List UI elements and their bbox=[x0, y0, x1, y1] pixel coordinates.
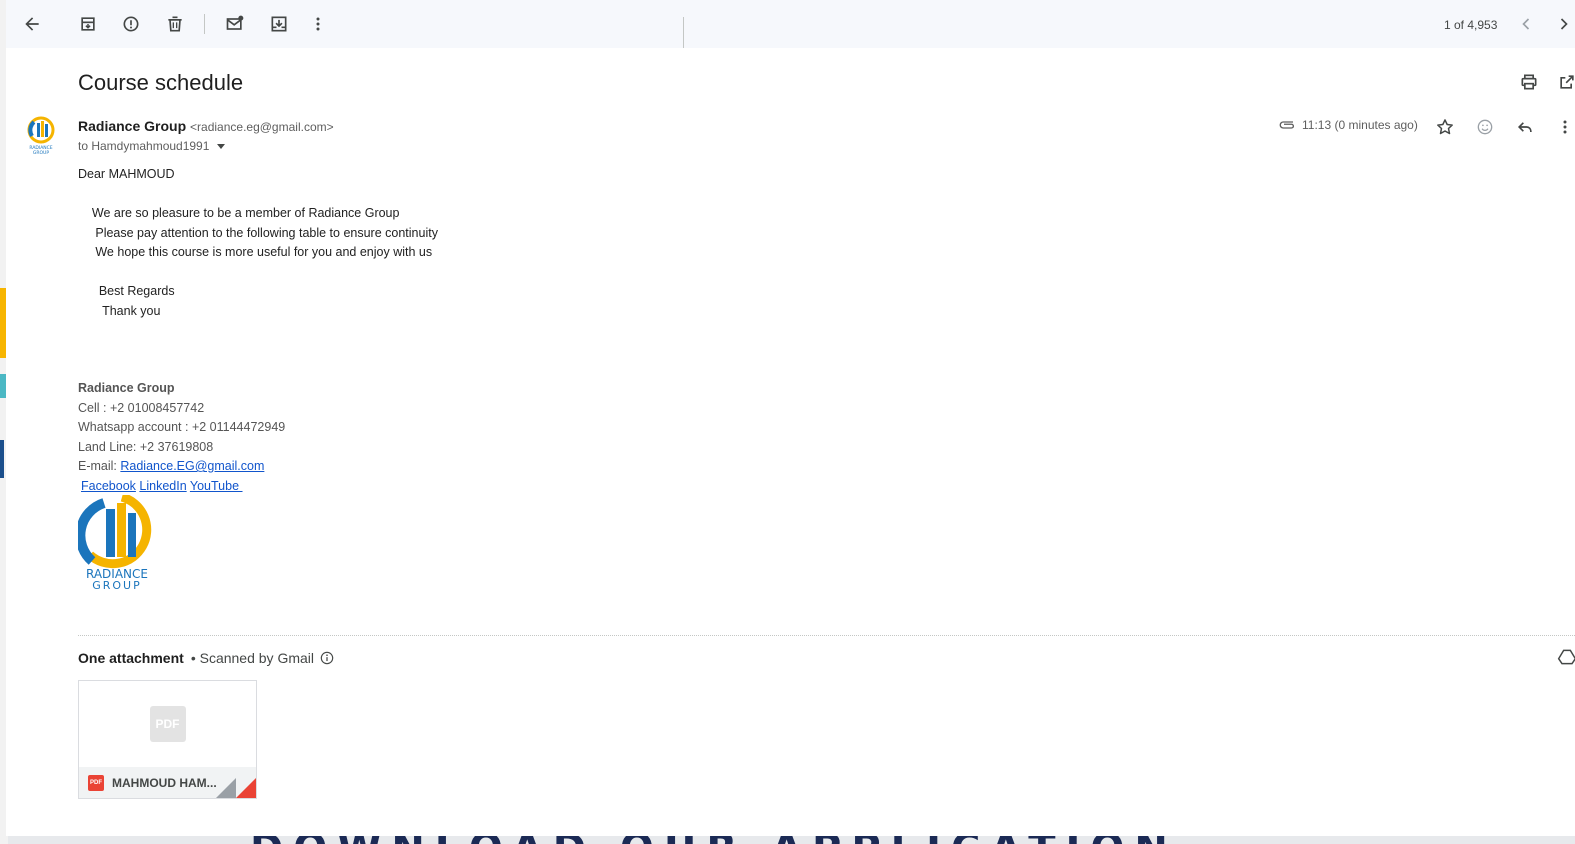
details-caret-icon[interactable] bbox=[217, 143, 226, 149]
body-line: Please pay attention to the following ta… bbox=[78, 225, 438, 240]
attachments-count: One attachment bbox=[78, 650, 184, 666]
sender-avatar: RADIANCE GROUP bbox=[27, 116, 55, 156]
radiance-logo: RADIANCE GROUP bbox=[78, 495, 152, 591]
add-reaction-button[interactable] bbox=[1474, 116, 1496, 138]
attachment-corner-fold bbox=[216, 778, 236, 798]
move-to-icon bbox=[271, 16, 287, 32]
closing-thanks: Thank you bbox=[78, 303, 161, 318]
info-icon[interactable] bbox=[320, 651, 334, 665]
chevron-right-icon bbox=[1560, 18, 1568, 30]
sender-line: Radiance Group <radiance.eg@gmail.com> bbox=[78, 118, 334, 134]
open-new-window-button[interactable] bbox=[1556, 71, 1575, 93]
chevron-left-icon bbox=[1522, 18, 1530, 30]
message-time: 11:13 (0 minutes ago) bbox=[1302, 118, 1418, 132]
recipient-line: to Hamdymahmoud1991 bbox=[78, 139, 226, 153]
signature-landline: Land Line: +2 37619808 bbox=[78, 439, 214, 454]
print-button[interactable] bbox=[1518, 71, 1540, 93]
facebook-link[interactable]: Facebook bbox=[81, 479, 136, 493]
delete-button[interactable] bbox=[157, 6, 193, 42]
scanned-label: • Scanned by Gmail bbox=[190, 650, 314, 666]
signature: Radiance Group Cell : +2 01008457742 Wha… bbox=[78, 379, 285, 496]
email-body: Dear MAHMOUD We are so pleasure to be a … bbox=[78, 165, 438, 321]
email-label: E-mail: bbox=[78, 459, 121, 473]
signature-email-link[interactable]: Radiance.EG@gmail.com bbox=[120, 459, 264, 473]
attachments-header: One attachment • Scanned by Gmail bbox=[78, 650, 334, 666]
body-line: We hope this course is more useful for y… bbox=[78, 245, 433, 259]
report-spam-icon bbox=[123, 16, 139, 32]
drive-icon bbox=[1557, 649, 1575, 665]
attachment-card[interactable]: PDF PDF MAHMOUD HAM... bbox=[78, 680, 257, 799]
report-spam-button[interactable] bbox=[113, 6, 149, 42]
signature-cell: Cell : +2 01008457742 bbox=[78, 400, 205, 415]
reply-icon bbox=[1517, 122, 1532, 132]
pdf-small-icon: PDF bbox=[88, 774, 104, 791]
svg-text:GROUP: GROUP bbox=[33, 150, 49, 156]
back-icon bbox=[25, 17, 39, 31]
star-icon bbox=[1437, 119, 1453, 135]
greeting: Dear MAHMOUD bbox=[78, 167, 175, 181]
message-view: Course schedule RADIANCE GROUP Radiance … bbox=[6, 48, 1575, 836]
more-vert-icon bbox=[316, 17, 320, 31]
more-actions-button[interactable] bbox=[300, 6, 336, 42]
attachments-divider bbox=[78, 635, 1575, 636]
toolbar-divider bbox=[683, 17, 684, 48]
closing-regards: Best Regards bbox=[78, 284, 175, 298]
mark-unread-button[interactable] bbox=[217, 6, 253, 42]
pdf-icon: PDF bbox=[149, 706, 186, 742]
attachment-preview: PDF bbox=[79, 681, 256, 767]
attachment-clip-icon bbox=[1279, 121, 1295, 129]
emoji-icon bbox=[1477, 119, 1493, 135]
add-to-drive-button[interactable] bbox=[1556, 646, 1575, 668]
attachment-name: MAHMOUD HAM... bbox=[112, 775, 217, 790]
social-links: Facebook LinkedIn YouTube bbox=[81, 477, 285, 497]
star-button[interactable] bbox=[1434, 116, 1456, 138]
trash-icon bbox=[168, 16, 182, 32]
recipient: to Hamdymahmoud1991 bbox=[78, 139, 210, 153]
archive-button[interactable] bbox=[70, 6, 106, 42]
newer-button[interactable] bbox=[1508, 6, 1544, 42]
message-more-button[interactable] bbox=[1554, 116, 1575, 138]
reply-button[interactable] bbox=[1514, 116, 1536, 138]
signature-whatsapp: Whatsapp account : +2 01144472949 bbox=[78, 420, 286, 434]
mark-unread-icon bbox=[226, 15, 244, 30]
open-in-new-icon bbox=[1560, 75, 1574, 89]
older-button[interactable] bbox=[1546, 6, 1575, 42]
signature-email-line: E-mail: Radiance.EG@gmail.com bbox=[78, 457, 285, 477]
more-vert-icon bbox=[1563, 120, 1567, 134]
sender-email: <radiance.eg@gmail.com> bbox=[190, 120, 334, 134]
attachment-corner-pdf bbox=[236, 778, 256, 798]
move-to-button[interactable] bbox=[261, 6, 297, 42]
print-icon bbox=[1521, 74, 1537, 90]
email-subject: Course schedule bbox=[78, 70, 244, 95]
back-button[interactable] bbox=[14, 6, 50, 42]
message-toolbar: 1 of 4,953 bbox=[6, 0, 1575, 48]
toolbar-separator bbox=[204, 14, 205, 34]
body-line: We are so pleasure to be a member of Rad… bbox=[78, 206, 400, 220]
pager-count: 1 of 4,953 bbox=[1444, 18, 1498, 32]
logo-text-group: GROUP bbox=[92, 579, 142, 591]
sender-name[interactable]: Radiance Group bbox=[78, 118, 186, 134]
background-stripe-blue bbox=[0, 440, 4, 478]
archive-icon bbox=[81, 17, 95, 31]
youtube-link[interactable]: YouTube bbox=[190, 479, 243, 493]
linkedin-link[interactable]: LinkedIn bbox=[139, 479, 186, 493]
message-meta: 11:13 (0 minutes ago) bbox=[1278, 118, 1418, 132]
signature-name: Radiance Group bbox=[78, 381, 175, 395]
